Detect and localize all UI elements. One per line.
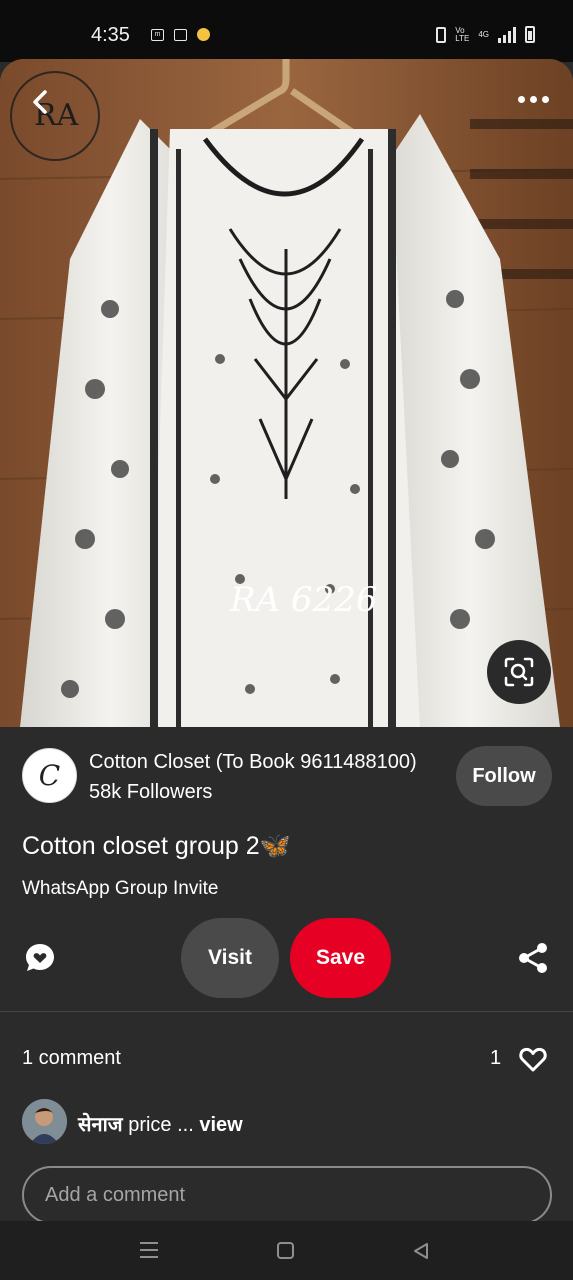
- pin-title: Cotton closet group 2🦋: [22, 832, 291, 860]
- like-button[interactable]: [518, 1045, 548, 1073]
- comments-heading[interactable]: 1 comment: [22, 1047, 121, 1070]
- creator-avatar-letter: C: [38, 759, 61, 792]
- creator-avatar[interactable]: C: [22, 748, 77, 803]
- creator-row: C Cotton Closet (To Book 9611488100) 58k…: [22, 746, 552, 806]
- follow-button[interactable]: Follow: [456, 746, 552, 806]
- more-options-button[interactable]: [513, 84, 553, 114]
- lens-search-icon: [504, 657, 534, 687]
- system-icons: Vo LTE 4G: [436, 26, 535, 43]
- creator-name[interactable]: Cotton Closet (To Book 9611488100): [89, 751, 417, 774]
- heart-icon: [519, 1047, 547, 1072]
- comment-author[interactable]: सेनाज: [78, 1114, 123, 1136]
- design-code-text: RA 6226: [229, 580, 378, 620]
- dot-icon: [517, 95, 525, 103]
- share-button[interactable]: [516, 941, 550, 975]
- network-type-label: 4G: [478, 29, 489, 39]
- dot-icon: [529, 95, 537, 103]
- message-notification-icon: m: [151, 28, 164, 41]
- visual-search-button[interactable]: [487, 640, 551, 704]
- image-notification-icon: [174, 28, 187, 41]
- pin-description: WhatsApp Group Invite: [22, 878, 219, 899]
- comment-view-more[interactable]: view: [199, 1114, 242, 1136]
- speech-bubble-icon: [26, 944, 54, 971]
- visit-button[interactable]: Visit: [181, 918, 279, 998]
- save-button[interactable]: Save: [290, 918, 391, 998]
- pin-image-graphic: RA RA 6226: [0, 59, 573, 727]
- user-avatar-icon: [22, 1099, 67, 1144]
- pin-image[interactable]: RA RA 6226: [0, 59, 573, 727]
- back-button[interactable]: [20, 82, 60, 122]
- creator-followers: 58k Followers: [89, 781, 213, 803]
- emoji-notification-icon: [197, 28, 210, 41]
- status-time: 4:35: [91, 24, 130, 46]
- comment-body: price ...: [122, 1114, 200, 1136]
- battery-icon: [525, 26, 535, 43]
- comment-button[interactable]: [23, 941, 57, 975]
- system-nav-bar: [0, 1221, 573, 1280]
- likes-count: 1: [490, 1047, 502, 1069]
- volte-icon: Vo LTE: [455, 25, 470, 43]
- commenter-avatar[interactable]: [22, 1099, 67, 1144]
- system-back-button[interactable]: [411, 1241, 431, 1261]
- notification-icons: m: [151, 28, 210, 41]
- comment-text[interactable]: सेनाज price ... view: [78, 1110, 243, 1137]
- home-button[interactable]: [277, 1242, 294, 1259]
- chevron-left-icon: [33, 90, 47, 114]
- menu-line-icon: [140, 1249, 158, 1251]
- signal-icon: [498, 26, 516, 43]
- section-divider: [0, 1011, 573, 1012]
- share-icon: [519, 943, 547, 973]
- recents-button[interactable]: [140, 1242, 158, 1258]
- status-bar: 4:35 m Vo LTE 4G: [0, 0, 573, 62]
- menu-line-icon: [140, 1242, 158, 1244]
- add-comment-input[interactable]: [22, 1166, 552, 1224]
- vibrate-icon: [436, 26, 447, 43]
- menu-line-icon: [140, 1256, 158, 1258]
- triangle-back-icon: [414, 1243, 428, 1259]
- comment-item: सेनाज price ... view: [22, 1099, 552, 1145]
- dot-icon: [541, 95, 549, 103]
